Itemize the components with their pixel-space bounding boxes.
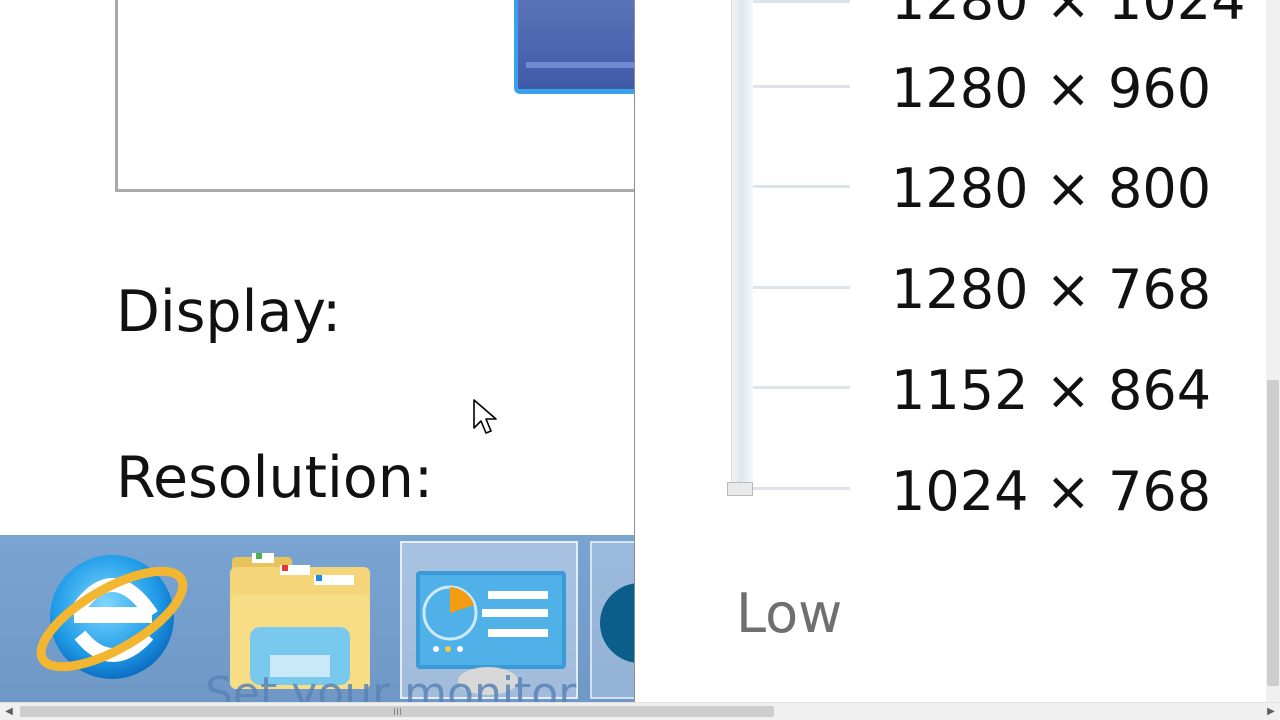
resolution-option-selected[interactable]: 1024 × 768 bbox=[891, 465, 1211, 519]
resolution-option[interactable]: 1280 × 960 bbox=[891, 62, 1211, 116]
resolution-option[interactable]: 1280 × 768 bbox=[891, 263, 1211, 317]
horizontal-scrollbar-thumb[interactable] bbox=[20, 706, 774, 717]
internet-explorer-icon bbox=[36, 555, 188, 679]
scroll-left-icon[interactable]: ◀ bbox=[0, 703, 18, 720]
taskbar-item-partial-app[interactable] bbox=[590, 541, 634, 699]
app-icon bbox=[600, 583, 634, 663]
slider-tick bbox=[753, 85, 850, 88]
slider-tick bbox=[753, 487, 850, 490]
scroll-right-icon[interactable]: ▶ bbox=[1262, 703, 1280, 720]
horizontal-scrollbar[interactable]: ◀ ▶ bbox=[0, 702, 1280, 720]
monitor-icon[interactable] bbox=[514, 0, 634, 94]
taskbar: Set your monitor bbox=[0, 535, 634, 702]
monitor-icon-stripe bbox=[526, 62, 634, 68]
resolution-option[interactable]: 1152 × 864 bbox=[891, 364, 1211, 418]
resolution-dropdown[interactable]: 1280 × 1024 1280 × 960 1280 × 800 1280 ×… bbox=[634, 0, 1266, 702]
taskbar-item-internet-explorer[interactable] bbox=[30, 535, 190, 702]
screen: Display: Resolution: Set your monitor 12… bbox=[0, 0, 1280, 720]
resolution-option[interactable]: 1280 × 800 bbox=[891, 162, 1211, 216]
resolution-slider-thumb[interactable] bbox=[727, 482, 753, 496]
display-label: Display: bbox=[116, 279, 342, 345]
slider-low-label: Low bbox=[736, 582, 843, 645]
resolution-slider-track[interactable] bbox=[731, 0, 753, 490]
display-settings-pane: Display: Resolution: bbox=[0, 0, 634, 535]
mouse-pointer-icon bbox=[473, 399, 497, 434]
vertical-scrollbar-thumb[interactable] bbox=[1267, 380, 1279, 686]
slider-tick bbox=[753, 286, 850, 289]
slider-tick bbox=[753, 185, 850, 188]
resolution-option[interactable]: 1280 × 1024 bbox=[891, 0, 1245, 28]
resolution-label: Resolution: bbox=[116, 445, 434, 511]
slider-tick bbox=[753, 386, 850, 389]
background-text: Set your monitor bbox=[205, 668, 577, 702]
vertical-scrollbar[interactable] bbox=[1266, 0, 1280, 702]
slider-tick bbox=[753, 0, 850, 3]
grip-icon bbox=[394, 708, 402, 715]
